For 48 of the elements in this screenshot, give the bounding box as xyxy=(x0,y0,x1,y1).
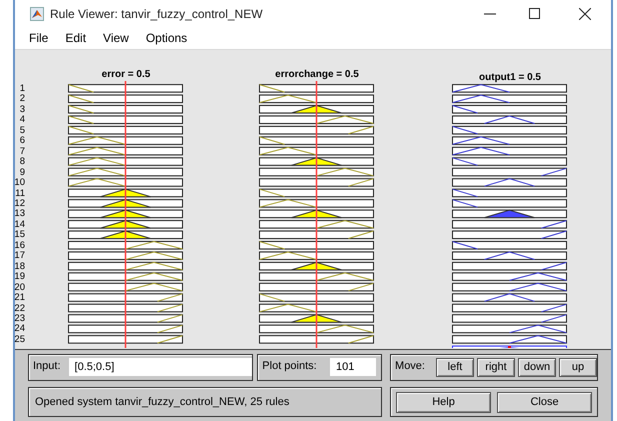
plot-points-field[interactable]: 101 xyxy=(330,358,376,376)
rule-number: 17 xyxy=(14,251,25,262)
app-icon xyxy=(30,6,44,20)
menu-item[interactable]: View xyxy=(103,29,129,47)
menu-item[interactable]: Options xyxy=(146,29,188,47)
status-text: Opened system tanvir_fuzzy_control_NEW, 25 rules xyxy=(35,395,290,410)
rule-number: 22 xyxy=(14,304,25,314)
rule-number: 11 xyxy=(15,188,25,199)
variable-title: errorchange = 0.5 xyxy=(275,69,359,81)
move-button[interactable]: down xyxy=(518,358,556,377)
rule-number: 9 xyxy=(20,168,25,178)
move-button[interactable]: left xyxy=(436,358,474,377)
help-button[interactable]: Help xyxy=(396,392,491,412)
rule-number: 21 xyxy=(14,293,25,304)
input-label: Input: xyxy=(33,359,61,374)
rule-number: 10 xyxy=(14,178,25,189)
window-title: Rule Viewer: tanvir_fuzzy_control_NEW xyxy=(50,6,263,22)
rule-number: 20 xyxy=(14,282,25,293)
rule-number: 12 xyxy=(14,198,25,209)
rule-number: 24 xyxy=(14,324,25,335)
rule-number: 18 xyxy=(14,262,25,272)
rule-number: 25 xyxy=(14,334,25,346)
rule-number: 5 xyxy=(20,126,25,136)
plot-points-label: Plot points: xyxy=(262,359,317,374)
variable-title: error = 0.5 xyxy=(102,69,150,81)
rule-number: 4 xyxy=(20,115,25,126)
move-button[interactable]: right xyxy=(477,358,515,377)
menu-item[interactable]: Edit xyxy=(65,29,86,47)
move-label: Move: xyxy=(395,359,425,374)
rule-number: 3 xyxy=(20,104,25,116)
rule-number: 13 xyxy=(14,209,25,220)
rule-number: 2 xyxy=(20,94,25,105)
rule-number: 15 xyxy=(14,230,25,241)
maximize-icon[interactable] xyxy=(529,8,540,19)
close-button[interactable]: Close xyxy=(497,392,592,412)
rule-number: 23 xyxy=(14,314,25,324)
close-icon[interactable] xyxy=(579,8,591,20)
rule-number: 1 xyxy=(20,84,25,94)
variable-title: output1 = 0.5 xyxy=(479,72,541,84)
move-button[interactable]: up xyxy=(559,358,597,377)
rule-number: 19 xyxy=(14,272,25,283)
rule-number: 14 xyxy=(14,220,25,230)
rule-number: 6 xyxy=(20,136,25,147)
rule-number: 7 xyxy=(20,146,25,157)
input-field[interactable]: [0.5;0.5] xyxy=(68,358,252,376)
rule-number: 8 xyxy=(20,157,25,168)
menu-item[interactable]: File xyxy=(29,29,48,47)
rule-number: 16 xyxy=(14,240,25,252)
